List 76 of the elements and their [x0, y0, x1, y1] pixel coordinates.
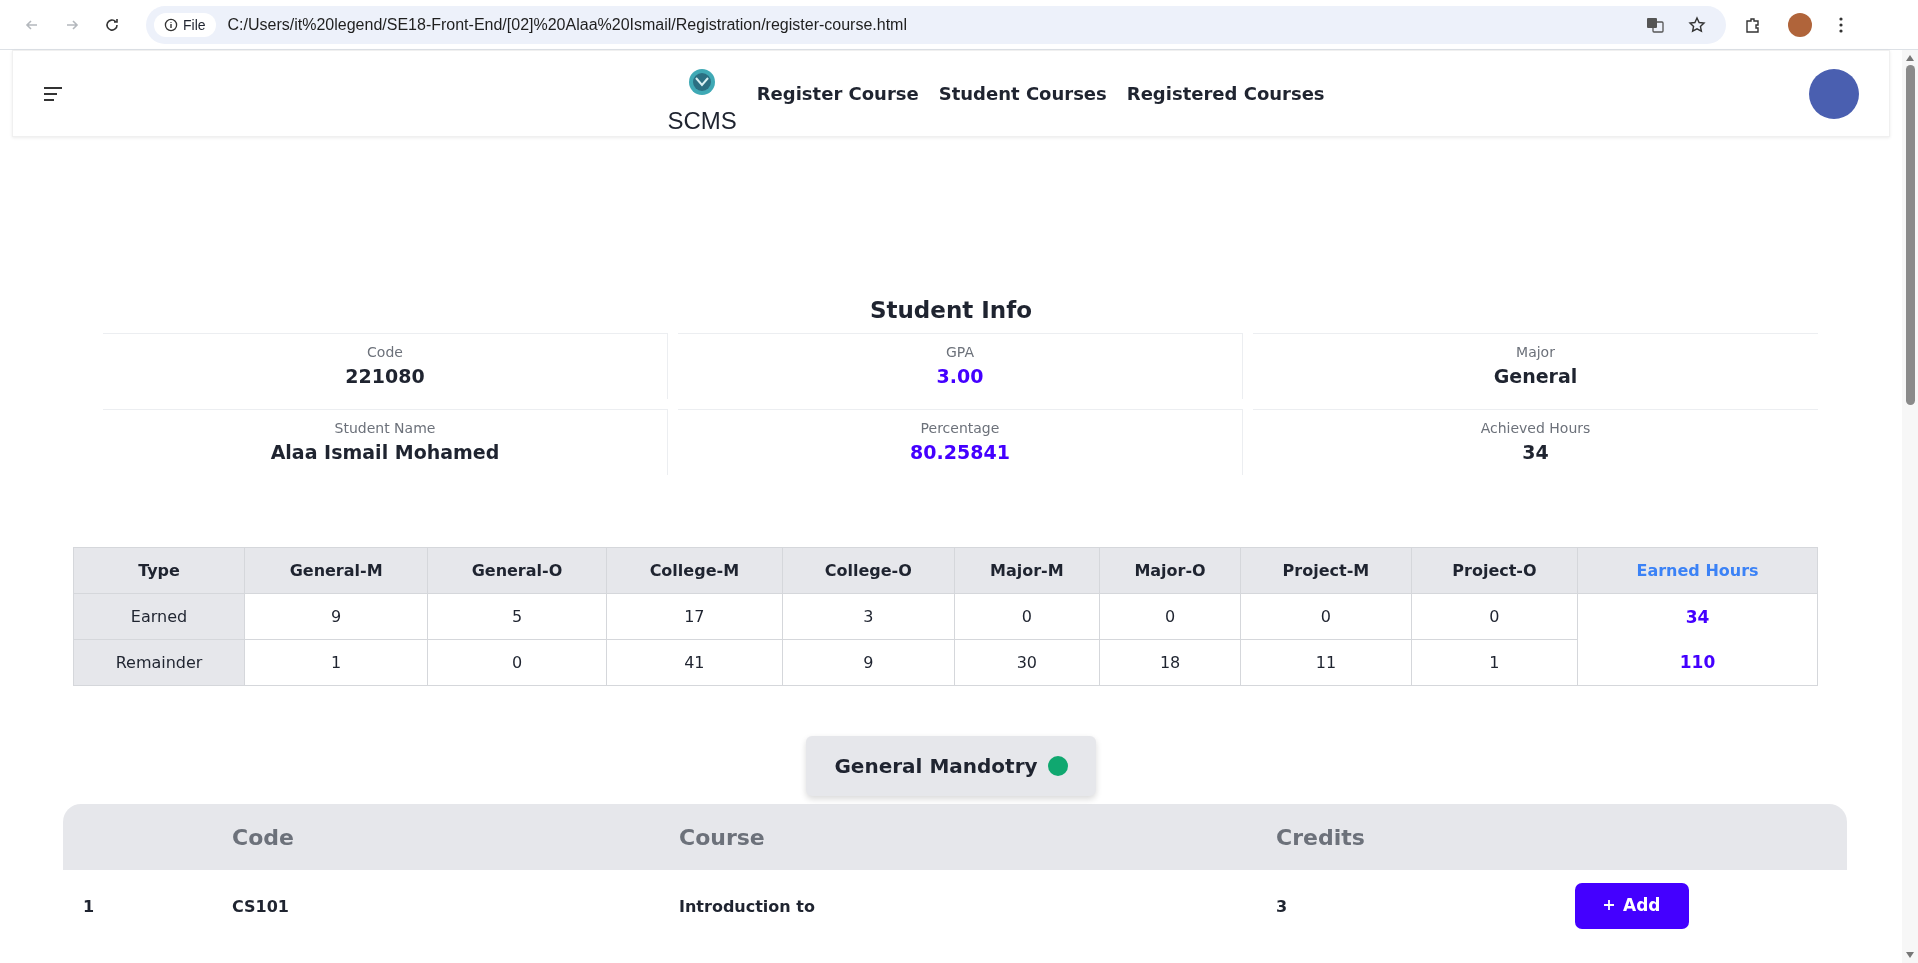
table-cell: 11	[1240, 639, 1412, 686]
scroll-down-icon[interactable]	[1905, 951, 1915, 959]
file-label: File	[183, 16, 206, 33]
table-cell: 5	[427, 593, 607, 640]
course-credits: 3	[1276, 896, 1289, 916]
row-number: 1	[82, 896, 96, 916]
table-cell: 41	[606, 639, 783, 686]
puzzle-icon[interactable]	[1744, 15, 1762, 34]
column-header: General-O	[427, 547, 607, 594]
table-cell: 1	[1411, 639, 1578, 686]
field-value: 3.00	[936, 365, 984, 387]
info-icon	[164, 17, 178, 32]
column-header: Course	[679, 824, 766, 850]
category-label: General Mandotry	[834, 754, 1038, 778]
column-header: Major-M	[954, 547, 1100, 594]
course-name: Introduction to	[679, 896, 816, 916]
nav-link[interactable]: Student Courses	[938, 83, 1107, 104]
profile-avatar[interactable]	[1788, 12, 1812, 37]
url-text: C:/Users/it%20legend/SE18-Front-End/[02]%20Alaa%20Ismail/Registration/register-course.html	[227, 15, 908, 34]
field-value: 221080	[345, 365, 425, 387]
address-bar[interactable]: File C:/Users/it%20legend/SE18-Front-End/[02]%20Alaa%20Ismail/Registration/register-course.html	[146, 5, 1726, 44]
status-dot	[1047, 756, 1068, 776]
field-value: 80.25841	[910, 441, 1010, 463]
add-button[interactable]: Add	[1575, 883, 1689, 929]
field-label: Achieved Hours	[1480, 420, 1591, 436]
field-label: Percentage	[920, 420, 1000, 436]
file-chip[interactable]: File	[154, 12, 216, 37]
table-cell: 0	[1099, 593, 1241, 640]
section-title: Student Info	[868, 297, 1034, 323]
nav-link[interactable]: Registered Courses	[1126, 83, 1325, 104]
table-cell: 0	[427, 639, 607, 686]
field-label: Major	[1516, 344, 1555, 360]
reload-icon[interactable]	[104, 16, 120, 33]
table-cell: 9	[782, 639, 955, 686]
nav-link[interactable]: Register Course	[756, 83, 919, 104]
field-value: Alaa Ismail Mohamed	[270, 441, 500, 463]
table-cell: 0	[954, 593, 1100, 640]
field-value: General	[1493, 365, 1578, 387]
field-label: Student Name	[334, 420, 436, 436]
field-label: Code	[367, 344, 403, 360]
column-header: Project-M	[1240, 547, 1412, 594]
column-header: College-O	[782, 547, 955, 594]
table-cell: 1	[244, 639, 428, 686]
table-cell: 3	[782, 593, 955, 640]
logo-icon	[687, 66, 718, 97]
scroll-thumb[interactable]	[1905, 65, 1915, 405]
star-icon[interactable]	[1688, 15, 1706, 34]
table-cell: 18	[1099, 639, 1241, 686]
column-header: College-M	[606, 547, 783, 594]
table-cell: 30	[954, 639, 1100, 686]
column-header: Code	[232, 824, 295, 850]
table-cell: 9	[244, 593, 428, 640]
field-label: GPA	[946, 344, 974, 360]
category-tab[interactable]: General Mandotry	[806, 736, 1096, 796]
column-header: Credits	[1276, 824, 1366, 850]
table-cell: 0	[1411, 593, 1578, 640]
table-cell: 17	[606, 593, 783, 640]
logo-text[interactable]: SCMS	[667, 106, 737, 135]
course-code: CS101	[232, 896, 290, 916]
plus-icon	[1603, 899, 1615, 911]
column-header: Earned Hours	[1577, 547, 1818, 594]
total-cell: 110	[1577, 639, 1818, 686]
translate-icon[interactable]	[1646, 15, 1664, 34]
column-header: General-M	[244, 547, 428, 594]
table-cell: 0	[1240, 593, 1412, 640]
field-value: 34	[1522, 441, 1549, 463]
scroll-up-icon[interactable]	[1905, 54, 1915, 62]
more-menu-icon[interactable]	[1838, 15, 1844, 34]
column-header: Project-O	[1411, 547, 1578, 594]
user-avatar[interactable]	[1809, 68, 1859, 119]
menu-icon[interactable]	[43, 86, 63, 101]
row-header: Remainder	[73, 639, 245, 686]
row-header: Earned	[73, 593, 245, 640]
column-header: Type	[73, 547, 245, 594]
scrollbar[interactable]	[1902, 50, 1918, 963]
column-header: Major-O	[1099, 547, 1241, 594]
